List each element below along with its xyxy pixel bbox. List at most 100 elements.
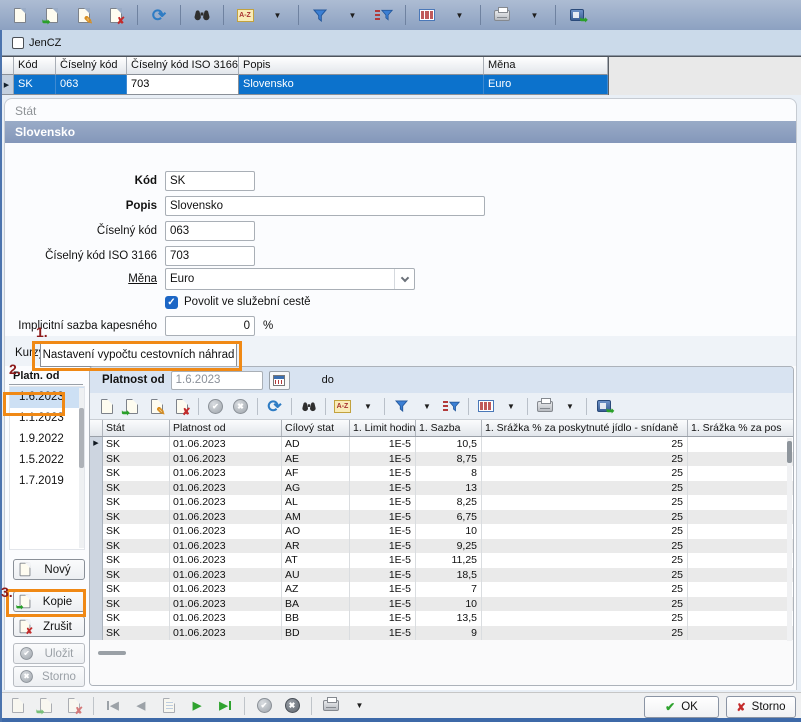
- grid-new-button[interactable]: [96, 396, 117, 417]
- column-header-mena[interactable]: Měna: [484, 57, 608, 75]
- column-header-kod[interactable]: Kód: [14, 57, 56, 75]
- grid-sort-az-dropdown[interactable]: ▼: [357, 396, 378, 417]
- rates-grid-cell[interactable]: AU: [282, 568, 350, 583]
- rates-grid-cell[interactable]: 8,25: [416, 495, 482, 510]
- rates-grid-cell[interactable]: 01.06.2023: [170, 510, 282, 525]
- rates-grid-cell[interactable]: 1E-5: [350, 568, 416, 583]
- ulozit-button[interactable]: ✔ Uložit: [13, 643, 85, 664]
- rates-grid-cell[interactable]: 25: [482, 466, 688, 481]
- rates-grid-cell[interactable]: 1E-5: [350, 466, 416, 481]
- next-record-button[interactable]: ▶: [186, 695, 208, 717]
- kod-input[interactable]: SK: [165, 171, 255, 191]
- rates-grid-cell[interactable]: 1E-5: [350, 582, 416, 597]
- rates-grid-cell[interactable]: 1E-5: [350, 495, 416, 510]
- first-record-button[interactable]: ◀: [102, 695, 124, 717]
- rates-grid-cell[interactable]: 9,25: [416, 539, 482, 554]
- rates-grid-cell[interactable]: 8: [416, 466, 482, 481]
- rates-grid-cell[interactable]: AM: [282, 510, 350, 525]
- column-header-iso[interactable]: Číselný kód ISO 3166: [127, 57, 239, 75]
- edit-button[interactable]: [72, 3, 96, 27]
- ok-button[interactable]: ✔ OK: [644, 696, 719, 718]
- column-header-ciselny-kod[interactable]: Číselný kód: [56, 57, 127, 75]
- storno-button[interactable]: ✘ Storno: [726, 696, 796, 718]
- filter-dropdown[interactable]: ▼: [340, 3, 364, 27]
- grid-refresh-button[interactable]: ⟳: [264, 396, 285, 417]
- rates-grid-cell-empty[interactable]: [688, 553, 793, 568]
- rates-grid-cell[interactable]: 1E-5: [350, 452, 416, 467]
- rates-grid-cell[interactable]: 25: [482, 582, 688, 597]
- rates-grid-row[interactable]: SK01.06.2023AF1E-5825: [90, 466, 793, 481]
- grid-delete-button[interactable]: [171, 396, 192, 417]
- refresh-button[interactable]: ⟳: [147, 3, 171, 27]
- rates-grid-row[interactable]: SK01.06.2023AR1E-59,2525: [90, 539, 793, 554]
- copy-button[interactable]: [40, 3, 64, 27]
- rates-grid-cell[interactable]: 1E-5: [350, 626, 416, 641]
- rates-grid-cell-empty[interactable]: [688, 568, 793, 583]
- rates-grid-cell[interactable]: 7: [416, 582, 482, 597]
- rates-grid-cell[interactable]: 25: [482, 510, 688, 525]
- rates-grid-cell[interactable]: 01.06.2023: [170, 582, 282, 597]
- column-header-srazka-snidane[interactable]: 1. Srážka % za poskytnuté jídlo - snídan…: [482, 420, 688, 436]
- rates-grid-cell[interactable]: 25: [482, 495, 688, 510]
- rates-grid-vscrollbar[interactable]: [787, 438, 792, 641]
- grid-print-button[interactable]: [534, 396, 555, 417]
- footer-print-dropdown[interactable]: ▼: [348, 695, 370, 717]
- rates-grid-cell[interactable]: SK: [103, 582, 170, 597]
- print-button[interactable]: [490, 3, 514, 27]
- rates-grid-cell[interactable]: 11,25: [416, 553, 482, 568]
- rates-grid-cell[interactable]: 8,75: [416, 452, 482, 467]
- grid-filter-button[interactable]: [391, 396, 412, 417]
- rates-grid-cell-empty[interactable]: [688, 481, 793, 496]
- rates-grid-cell[interactable]: AG: [282, 481, 350, 496]
- rates-grid-cell[interactable]: 01.06.2023: [170, 539, 282, 554]
- mena-dropdown-button[interactable]: [394, 269, 414, 289]
- rates-grid-row[interactable]: SK01.06.2023AG1E-51325: [90, 481, 793, 496]
- kurzy-list-item[interactable]: 1.9.2022: [10, 429, 84, 450]
- rates-grid-cell[interactable]: AL: [282, 495, 350, 510]
- ciselny-kod-input[interactable]: 063: [165, 221, 255, 241]
- calendar-button[interactable]: [269, 371, 290, 390]
- rates-grid-cell[interactable]: 1E-5: [350, 611, 416, 626]
- rates-grid-cell[interactable]: BA: [282, 597, 350, 612]
- grid-filter-values-button[interactable]: [441, 396, 462, 417]
- povolit-checkbox[interactable]: [165, 296, 178, 309]
- rates-grid-cell[interactable]: 01.06.2023: [170, 611, 282, 626]
- column-header-srazka-2[interactable]: 1. Srážka % za pos: [688, 420, 793, 436]
- rates-grid-cell[interactable]: AZ: [282, 582, 350, 597]
- rates-grid-cell-empty[interactable]: [688, 611, 793, 626]
- rates-grid-row[interactable]: SK01.06.2023BA1E-51025: [90, 597, 793, 612]
- jencz-checkbox[interactable]: [12, 37, 24, 49]
- grid-search-button[interactable]: [298, 396, 319, 417]
- rates-grid-cell-empty[interactable]: [688, 524, 793, 539]
- rates-grid-cell[interactable]: 25: [482, 568, 688, 583]
- browse-list-button[interactable]: [158, 695, 180, 717]
- column-header-popis[interactable]: Popis: [239, 57, 484, 75]
- rates-grid-cell[interactable]: AR: [282, 539, 350, 554]
- rates-grid-row[interactable]: SK01.06.2023AO1E-51025: [90, 524, 793, 539]
- grid-sort-az-button[interactable]: [332, 396, 353, 417]
- rates-grid-cell[interactable]: 9: [416, 626, 482, 641]
- rates-grid-cell[interactable]: 25: [482, 437, 688, 452]
- rates-grid-cell[interactable]: BD: [282, 626, 350, 641]
- cell-mena[interactable]: Euro: [484, 75, 608, 94]
- rates-grid-cell[interactable]: BB: [282, 611, 350, 626]
- rates-grid-cell[interactable]: 1E-5: [350, 510, 416, 525]
- footer-copy-button[interactable]: [35, 695, 57, 717]
- rates-grid-cell[interactable]: 1E-5: [350, 481, 416, 496]
- rates-grid-cell[interactable]: 01.06.2023: [170, 626, 282, 641]
- rates-grid-cell[interactable]: 01.06.2023: [170, 495, 282, 510]
- rates-grid-cell[interactable]: 25: [482, 597, 688, 612]
- rates-grid-cell-empty[interactable]: [688, 582, 793, 597]
- zrusit-button[interactable]: Zrušit: [13, 616, 85, 637]
- horizontal-scrollbar-thumb[interactable]: [98, 651, 126, 655]
- sort-az-dropdown[interactable]: ▼: [265, 3, 289, 27]
- grid-edit-button[interactable]: [146, 396, 167, 417]
- filter-values-button[interactable]: [372, 3, 396, 27]
- column-header-cilovy-stat[interactable]: Cílový stat: [282, 420, 350, 436]
- rates-grid-cell[interactable]: SK: [103, 553, 170, 568]
- rates-grid-cell[interactable]: 25: [482, 611, 688, 626]
- sort-az-button[interactable]: [233, 3, 257, 27]
- scrollbar-thumb[interactable]: [79, 408, 84, 468]
- new-button[interactable]: [8, 3, 32, 27]
- rates-grid-cell-empty[interactable]: [688, 452, 793, 467]
